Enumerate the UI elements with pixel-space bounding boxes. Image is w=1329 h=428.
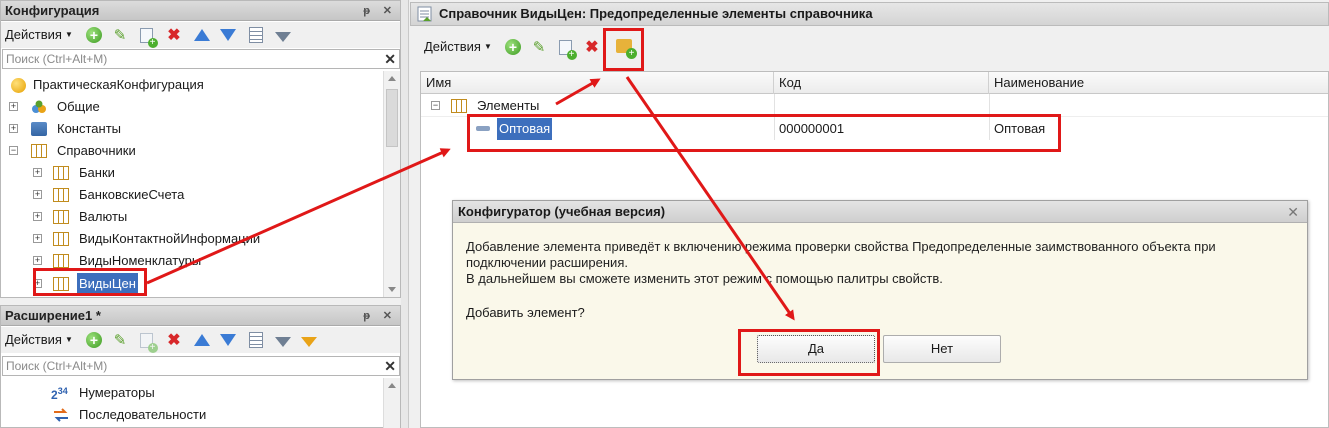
- annotation-arrows: [146, 76, 795, 321]
- arrow-to-element-row: [146, 148, 451, 285]
- arrow-to-add-predefined: [555, 78, 601, 106]
- arrow-to-yes-button: [625, 76, 795, 321]
